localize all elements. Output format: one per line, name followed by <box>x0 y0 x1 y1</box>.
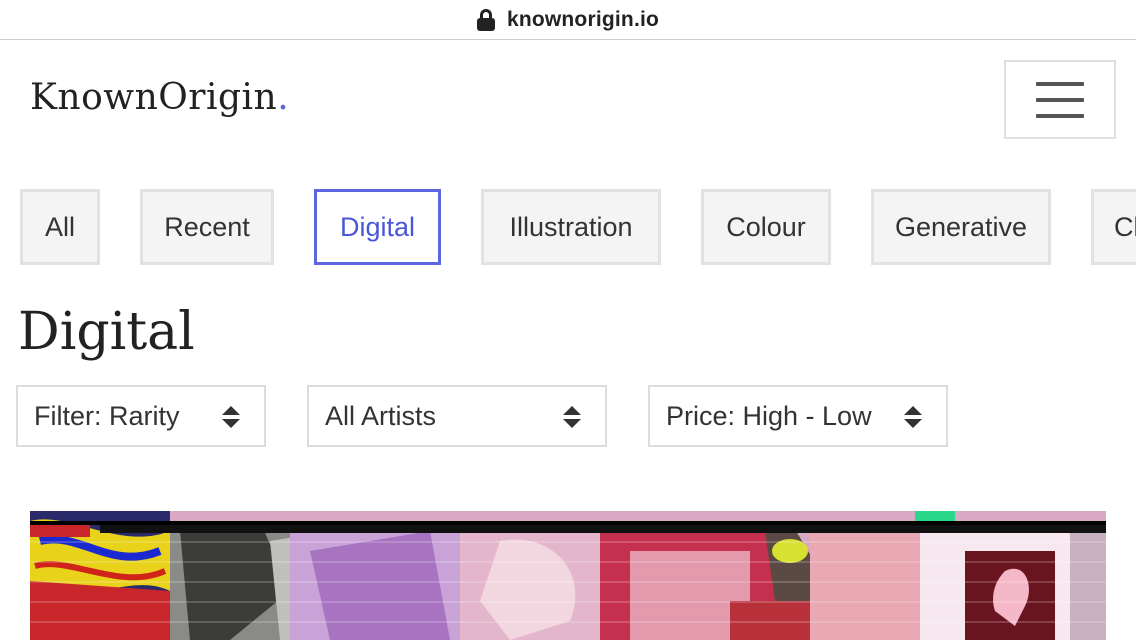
sort-arrows-icon <box>904 406 922 428</box>
sort-arrows-icon <box>563 406 581 428</box>
sort-arrows-icon <box>222 406 240 428</box>
browser-address-bar[interactable]: knownorigin.io <box>0 0 1136 40</box>
rarity-filter-select[interactable]: Filter: Rarity <box>16 385 266 447</box>
hamburger-menu-icon-bar <box>1036 114 1084 118</box>
hamburger-menu-icon <box>1036 82 1084 86</box>
page-title: Digital <box>18 302 195 362</box>
artist-filter-label: All Artists <box>325 400 437 431</box>
tab-illustration[interactable]: Illustration <box>481 189 661 265</box>
hamburger-menu-icon-bar <box>1036 98 1084 102</box>
tab-all[interactable]: All <box>20 189 100 265</box>
tab-generative[interactable]: Generative <box>871 189 1051 265</box>
site-header: KnownOrigin. <box>0 41 1136 161</box>
url-text[interactable]: knownorigin.io <box>507 8 659 32</box>
category-tabs: All Recent Digital Illustration Colour G… <box>0 189 1136 265</box>
artwork-thumbnail[interactable] <box>30 511 1106 640</box>
rarity-filter-label: Filter: Rarity <box>34 400 180 431</box>
tab-digital[interactable]: Digital <box>314 189 441 265</box>
lock-icon <box>476 8 495 31</box>
price-sort-select[interactable]: Price: High - Low <box>648 385 948 447</box>
menu-button[interactable] <box>1004 60 1116 139</box>
price-sort-label: Price: High - Low <box>666 400 872 431</box>
site-logo[interactable]: KnownOrigin. <box>30 77 289 118</box>
tab-partial[interactable]: Cl <box>1091 189 1136 265</box>
tab-recent[interactable]: Recent <box>140 189 274 265</box>
artwork-image <box>30 511 1106 640</box>
artist-filter-select[interactable]: All Artists <box>307 385 607 447</box>
tab-colour[interactable]: Colour <box>701 189 831 265</box>
